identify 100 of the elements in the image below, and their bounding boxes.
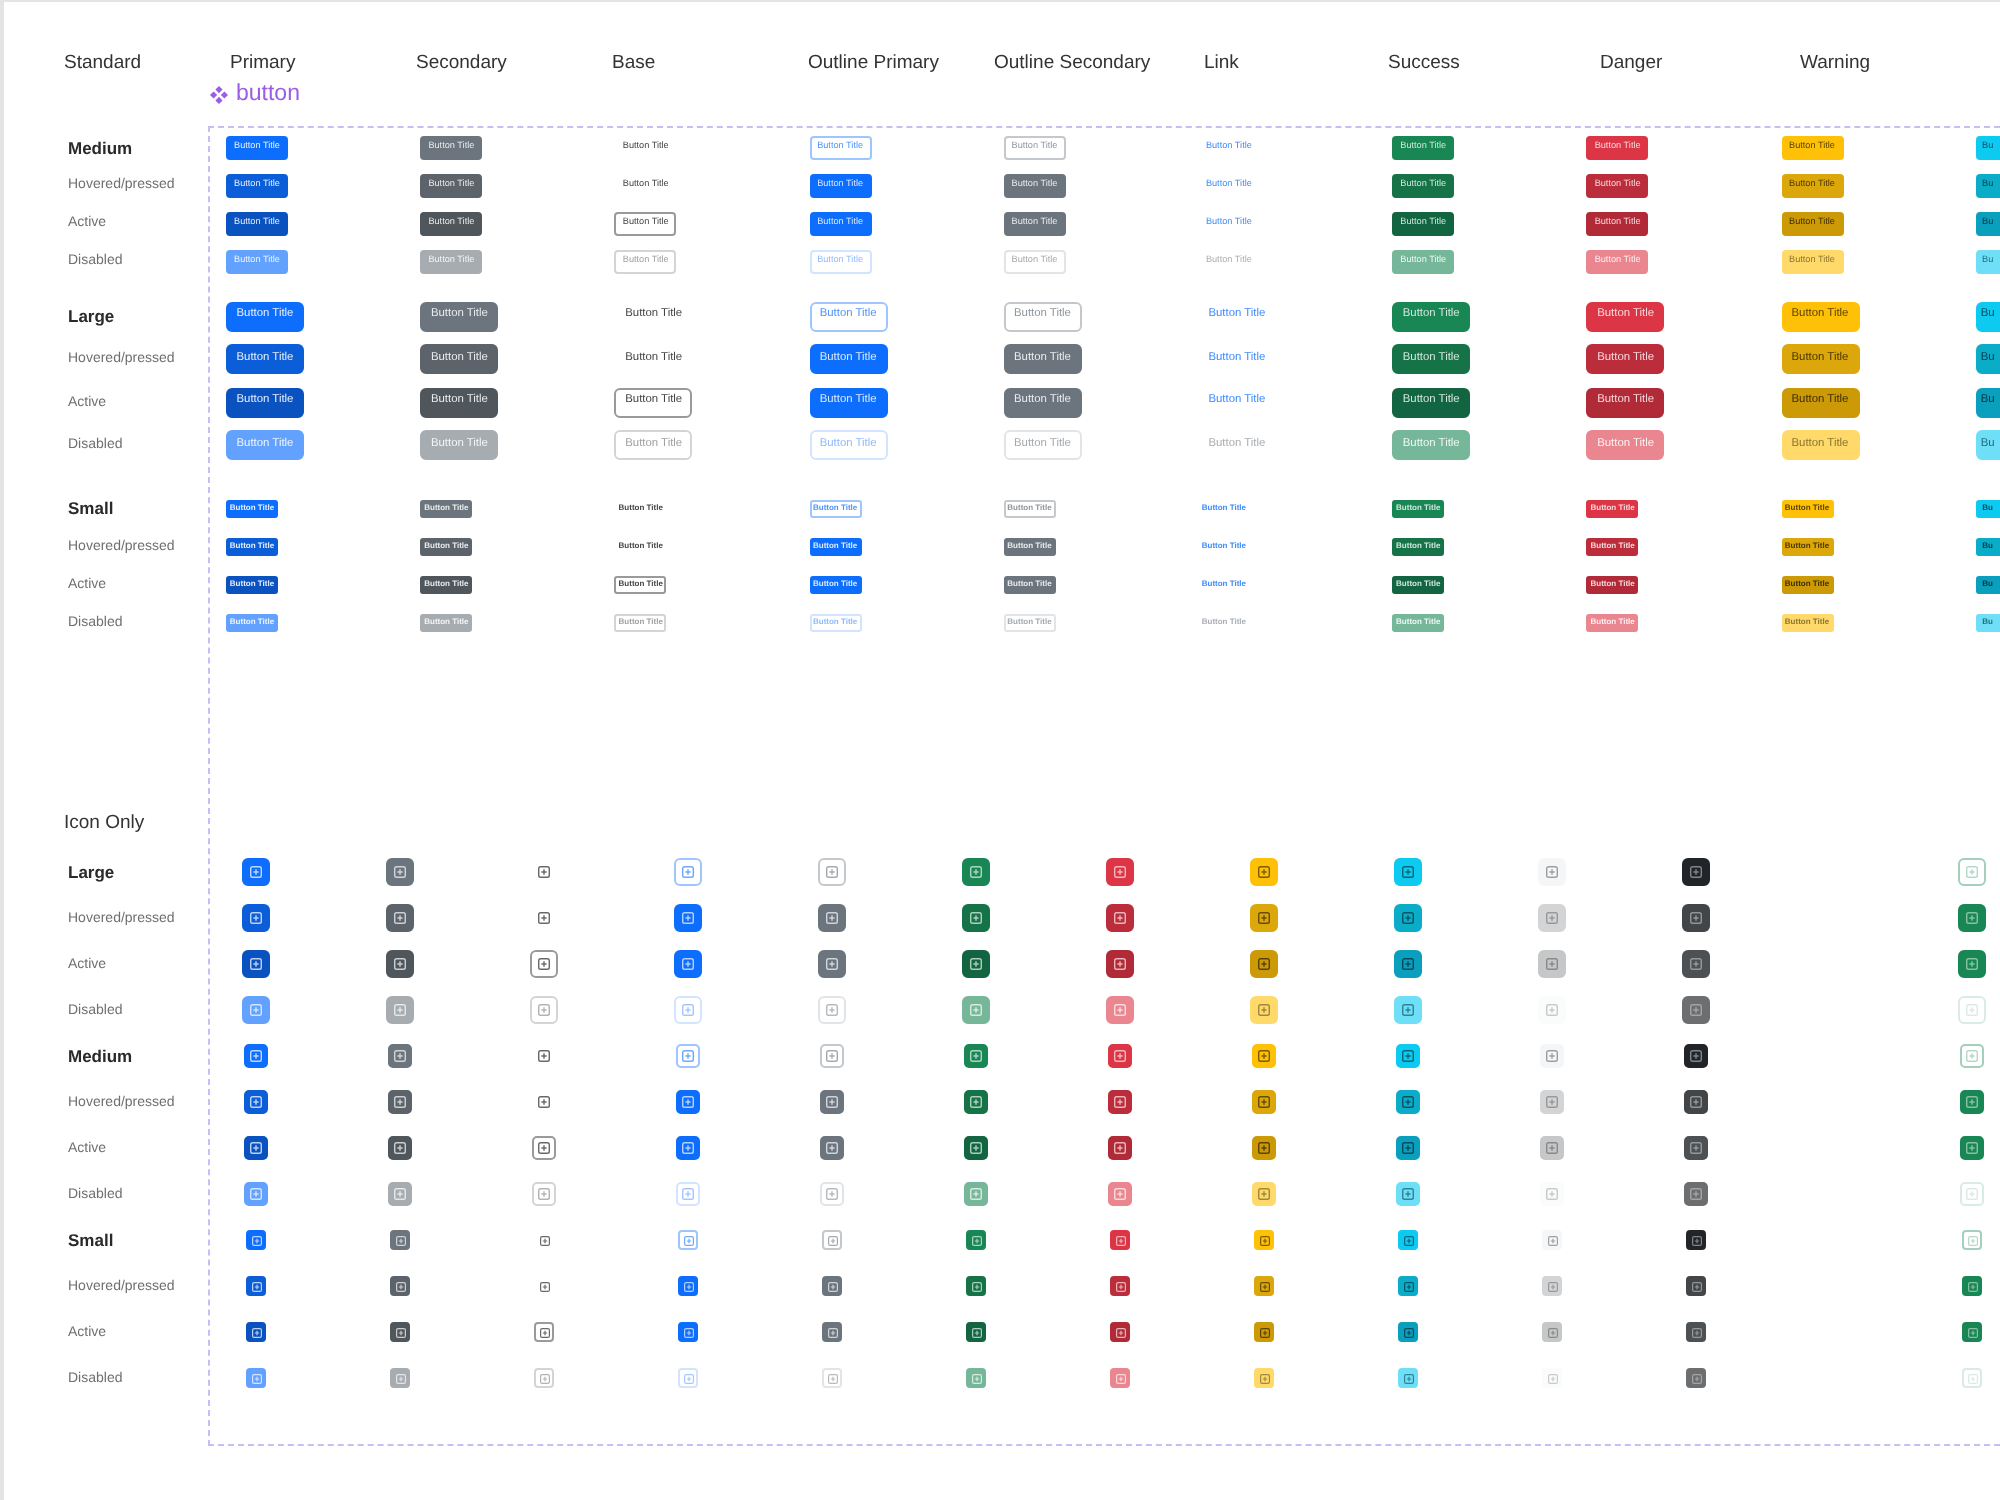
success-icon-button[interactable] bbox=[962, 904, 990, 932]
success-icon-button[interactable] bbox=[964, 1090, 988, 1114]
dark-icon-button[interactable] bbox=[1682, 950, 1710, 978]
warning-icon-button[interactable] bbox=[1254, 1230, 1274, 1250]
danger-icon-button[interactable] bbox=[1106, 950, 1134, 978]
light-icon-button[interactable] bbox=[1542, 1276, 1562, 1296]
danger-icon-button[interactable] bbox=[1108, 1090, 1132, 1114]
info-icon-button[interactable] bbox=[1394, 950, 1422, 978]
light-icon-button[interactable] bbox=[1540, 1136, 1564, 1160]
outline-secondary-icon-button[interactable] bbox=[822, 1322, 842, 1342]
danger-icon-button[interactable] bbox=[1110, 1276, 1130, 1296]
success-icon-button[interactable] bbox=[966, 1322, 986, 1342]
base-icon-button[interactable] bbox=[538, 866, 550, 878]
info-icon-button[interactable] bbox=[1394, 996, 1422, 1024]
success-icon-button[interactable] bbox=[966, 1230, 986, 1250]
success-icon-button[interactable] bbox=[964, 1136, 988, 1160]
dark-icon-button[interactable] bbox=[1682, 904, 1710, 932]
base-icon-button[interactable] bbox=[538, 1096, 550, 1108]
base-icon-button[interactable] bbox=[530, 950, 558, 978]
outline-primary-icon-button[interactable] bbox=[678, 1276, 698, 1296]
outline-secondary-icon-button[interactable] bbox=[818, 904, 846, 932]
outline-primary-icon-button[interactable] bbox=[674, 904, 702, 932]
success-icon-button[interactable] bbox=[962, 950, 990, 978]
info-icon-button[interactable] bbox=[1394, 904, 1422, 932]
outline-secondary-icon-button[interactable] bbox=[818, 950, 846, 978]
outline-secondary-icon-button[interactable] bbox=[820, 1090, 844, 1114]
base-icon-button[interactable] bbox=[539, 1281, 549, 1291]
outline-success-icon-button[interactable] bbox=[1960, 1136, 1984, 1160]
outline-primary-icon-button[interactable] bbox=[678, 1322, 698, 1342]
success-icon-button[interactable] bbox=[962, 858, 990, 886]
primary-icon-button[interactable] bbox=[244, 1136, 268, 1160]
success-icon-button[interactable] bbox=[966, 1276, 986, 1296]
info-icon-button[interactable] bbox=[1398, 1322, 1418, 1342]
primary-icon-button[interactable] bbox=[242, 858, 270, 886]
primary-icon-button[interactable] bbox=[242, 904, 270, 932]
base-icon-button[interactable] bbox=[538, 912, 550, 924]
danger-icon-button[interactable] bbox=[1108, 1136, 1132, 1160]
secondary-icon-button[interactable] bbox=[390, 1276, 410, 1296]
info-icon-button[interactable] bbox=[1396, 1090, 1420, 1114]
dark-icon-button[interactable] bbox=[1686, 1230, 1706, 1250]
outline-success-icon-button[interactable] bbox=[1958, 904, 1986, 932]
primary-icon-button[interactable] bbox=[244, 1090, 268, 1114]
warning-icon-button[interactable] bbox=[1252, 1044, 1276, 1068]
info-icon-button[interactable] bbox=[1398, 1230, 1418, 1250]
base-icon-button[interactable] bbox=[539, 1235, 549, 1245]
outline-secondary-icon-button[interactable] bbox=[822, 1276, 842, 1296]
info-icon-button[interactable] bbox=[1396, 1044, 1420, 1068]
outline-primary-icon-button[interactable] bbox=[678, 1230, 698, 1250]
warning-icon-button[interactable] bbox=[1250, 904, 1278, 932]
secondary-icon-button[interactable] bbox=[388, 1136, 412, 1160]
primary-icon-button[interactable] bbox=[242, 950, 270, 978]
primary-icon-button[interactable] bbox=[244, 1044, 268, 1068]
warning-icon-button[interactable] bbox=[1254, 1276, 1274, 1296]
danger-icon-button[interactable] bbox=[1110, 1230, 1130, 1250]
outline-primary-icon-button[interactable] bbox=[676, 1136, 700, 1160]
secondary-icon-button[interactable] bbox=[388, 1090, 412, 1114]
outline-secondary-icon-button[interactable] bbox=[820, 1044, 844, 1068]
base-icon-button[interactable] bbox=[532, 1136, 556, 1160]
warning-icon-button[interactable] bbox=[1252, 1136, 1276, 1160]
outline-success-icon-button[interactable] bbox=[1960, 1090, 1984, 1114]
outline-primary-icon-button[interactable] bbox=[676, 1044, 700, 1068]
warning-icon-button[interactable] bbox=[1250, 950, 1278, 978]
primary-icon-button[interactable] bbox=[246, 1230, 266, 1250]
danger-icon-button[interactable] bbox=[1106, 858, 1134, 886]
secondary-icon-button[interactable] bbox=[390, 1230, 410, 1250]
outline-secondary-icon-button[interactable] bbox=[822, 1230, 842, 1250]
primary-icon-button[interactable] bbox=[246, 1322, 266, 1342]
outline-success-icon-button[interactable] bbox=[1962, 1322, 1982, 1342]
outline-secondary-icon-button[interactable] bbox=[820, 1136, 844, 1160]
primary-icon-button[interactable] bbox=[246, 1276, 266, 1296]
light-icon-button[interactable] bbox=[1542, 1322, 1562, 1342]
dark-icon-button[interactable] bbox=[1684, 1044, 1708, 1068]
outline-primary-icon-button[interactable] bbox=[676, 1090, 700, 1114]
outline-primary-icon-button[interactable] bbox=[674, 950, 702, 978]
danger-icon-button[interactable] bbox=[1108, 1044, 1132, 1068]
info-icon-button[interactable] bbox=[1396, 1182, 1420, 1206]
light-icon-button[interactable] bbox=[1540, 1090, 1564, 1114]
info-icon-button[interactable] bbox=[1394, 858, 1422, 886]
dark-icon-button[interactable] bbox=[1682, 858, 1710, 886]
dark-icon-button[interactable] bbox=[1684, 1136, 1708, 1160]
outline-primary-icon-button[interactable] bbox=[674, 858, 702, 886]
secondary-icon-button[interactable] bbox=[386, 858, 414, 886]
secondary-icon-button[interactable] bbox=[386, 950, 414, 978]
outline-success-icon-button[interactable] bbox=[1958, 950, 1986, 978]
warning-icon-button[interactable] bbox=[1252, 1090, 1276, 1114]
outline-success-icon-button[interactable] bbox=[1962, 1276, 1982, 1296]
info-icon-button[interactable] bbox=[1398, 1276, 1418, 1296]
base-icon-button[interactable] bbox=[538, 1050, 550, 1062]
secondary-icon-button[interactable] bbox=[390, 1322, 410, 1342]
secondary-icon-button[interactable] bbox=[388, 1044, 412, 1068]
outline-secondary-icon-button[interactable] bbox=[818, 858, 846, 886]
secondary-icon-button[interactable] bbox=[386, 904, 414, 932]
success-icon-button[interactable] bbox=[964, 1044, 988, 1068]
danger-icon-button[interactable] bbox=[1110, 1322, 1130, 1342]
dark-icon-button[interactable] bbox=[1684, 1090, 1708, 1114]
base-icon-button[interactable] bbox=[534, 1322, 554, 1342]
danger-icon-button[interactable] bbox=[1106, 904, 1134, 932]
light-icon-button[interactable] bbox=[1538, 950, 1566, 978]
warning-icon-button[interactable] bbox=[1250, 858, 1278, 886]
warning-icon-button[interactable] bbox=[1254, 1322, 1274, 1342]
